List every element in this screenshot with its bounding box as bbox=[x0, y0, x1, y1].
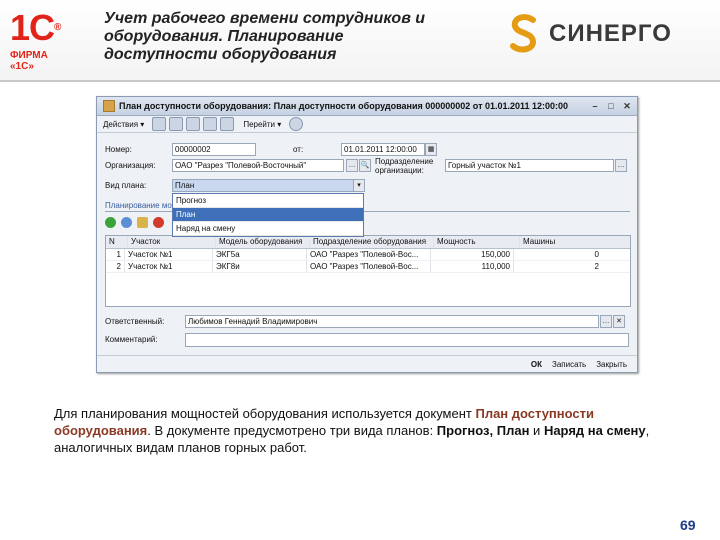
date-field[interactable]: 01.01.2011 12:00:00 bbox=[341, 143, 425, 156]
slide-header: 1С® ФИРМА «1С» Учет рабочего времени сот… bbox=[0, 0, 720, 82]
maximize-icon[interactable]: □ bbox=[605, 100, 617, 112]
table-row[interactable]: 2 Участок №1 ЭКГ8и ОАО "Разрез "Полевой-… bbox=[106, 261, 630, 273]
subdiv-select-button[interactable]: … bbox=[615, 159, 627, 172]
equipment-table: N Участок Модель оборудования Подразделе… bbox=[105, 235, 631, 307]
responsible-select-button[interactable]: … bbox=[600, 315, 612, 328]
logo-1c: 1С® ФИРМА «1С» bbox=[10, 7, 74, 73]
close-button[interactable]: Закрыть bbox=[596, 360, 627, 369]
col-n[interactable]: N bbox=[106, 236, 128, 248]
close-icon[interactable]: ✕ bbox=[621, 100, 633, 112]
slide-title: Учет рабочего времени сотрудников и обор… bbox=[104, 10, 504, 64]
post-icon[interactable] bbox=[169, 117, 184, 131]
subdiv-field[interactable]: Горный участок №1 bbox=[445, 159, 614, 172]
add-row-icon[interactable] bbox=[105, 217, 116, 228]
logo-1c-mark: 1С bbox=[10, 7, 55, 48]
save-button[interactable]: Записать bbox=[552, 360, 586, 369]
plantype-dropdown: Прогноз План Наряд на смену bbox=[172, 193, 364, 237]
ok-button[interactable]: ОК bbox=[531, 360, 542, 369]
delete-row-icon[interactable] bbox=[153, 217, 164, 228]
sinergo-text: СИНЕРГО bbox=[549, 20, 672, 47]
col-division[interactable]: Подразделение оборудования bbox=[310, 236, 434, 248]
structure-icon[interactable] bbox=[220, 117, 235, 131]
window-titlebar: План доступности оборудования: План дост… bbox=[97, 97, 637, 116]
subdiv-label: Подразделение организации: bbox=[375, 157, 434, 175]
save-icon[interactable] bbox=[152, 117, 167, 131]
slide-title-line-2: оборудования. Планирование bbox=[104, 28, 344, 45]
col-section[interactable]: Участок bbox=[128, 236, 216, 248]
plantype-label: Вид плана: bbox=[105, 181, 147, 190]
org-field[interactable]: ОАО "Разрез "Полевой-Восточный" bbox=[172, 159, 344, 172]
logo-sinergo: СИНЕРГО bbox=[507, 14, 672, 54]
plan-kind-shift: Наряд на смену bbox=[543, 423, 646, 438]
slide-title-line-3: доступности оборудования bbox=[104, 46, 337, 63]
actions-menu[interactable]: Действия ▾ bbox=[103, 120, 144, 129]
document-icon bbox=[103, 100, 115, 112]
comment-field[interactable] bbox=[185, 333, 629, 347]
table-header: N Участок Модель оборудования Подразделе… bbox=[106, 236, 630, 249]
dropdown-option-prognoz[interactable]: Прогноз bbox=[173, 194, 363, 208]
col-model[interactable]: Модель оборудования bbox=[216, 236, 310, 248]
copy-icon[interactable] bbox=[186, 117, 201, 131]
help-icon[interactable] bbox=[289, 117, 304, 131]
goto-menu[interactable]: Перейти ▾ bbox=[243, 120, 281, 129]
minimize-icon[interactable]: – bbox=[589, 100, 601, 112]
copy-row-icon[interactable] bbox=[121, 217, 132, 228]
page-number: 69 bbox=[680, 517, 696, 533]
refresh-icon[interactable] bbox=[203, 117, 218, 131]
logo-1c-firma: ФИРМА «1С» bbox=[10, 50, 48, 72]
window-title: План доступности оборудования: План дост… bbox=[119, 101, 569, 111]
dropdown-option-plan[interactable]: План bbox=[173, 208, 363, 222]
slide-title-line-1: Учет рабочего времени сотрудников и bbox=[104, 10, 426, 27]
table-row[interactable]: 1 Участок №1 ЭКГ5а ОАО "Разрез "Полевой-… bbox=[106, 249, 630, 261]
col-machines[interactable]: Машины bbox=[520, 236, 611, 248]
edit-row-icon[interactable] bbox=[137, 217, 148, 228]
chevron-down-icon[interactable]: ▾ bbox=[353, 179, 365, 192]
responsible-clear-button[interactable]: ✕ bbox=[613, 315, 625, 328]
slide-description: Для планирования мощностей оборудования … bbox=[54, 406, 650, 455]
calendar-icon[interactable]: ▦ bbox=[425, 143, 437, 156]
org-select-button[interactable]: … bbox=[346, 159, 358, 172]
col-capacity[interactable]: Мощность bbox=[434, 236, 520, 248]
org-label: Организация: bbox=[105, 161, 156, 170]
grid-toolbar bbox=[105, 217, 169, 228]
responsible-label: Ответственный: bbox=[105, 317, 165, 326]
plantype-select[interactable]: План bbox=[172, 179, 354, 192]
window-statusbar: ОК Записать Закрыть bbox=[97, 355, 637, 372]
plan-kinds: Прогноз, План bbox=[436, 423, 530, 438]
comment-label: Комментарий: bbox=[105, 335, 158, 344]
responsible-field[interactable]: Любимов Геннадий Владимирович bbox=[185, 315, 599, 328]
sinergo-s-icon bbox=[510, 14, 537, 53]
document-window: План доступности оборудования: План дост… bbox=[96, 96, 638, 373]
dropdown-option-naryad[interactable]: Наряд на смену bbox=[173, 222, 363, 236]
number-label: Номер: bbox=[105, 145, 132, 154]
number-field[interactable]: 00000002 bbox=[172, 143, 256, 156]
date-label: от: bbox=[293, 145, 304, 154]
window-toolbar: Действия ▾ Перейти ▾ bbox=[97, 116, 637, 133]
org-open-button[interactable]: 🔍 bbox=[359, 159, 371, 172]
